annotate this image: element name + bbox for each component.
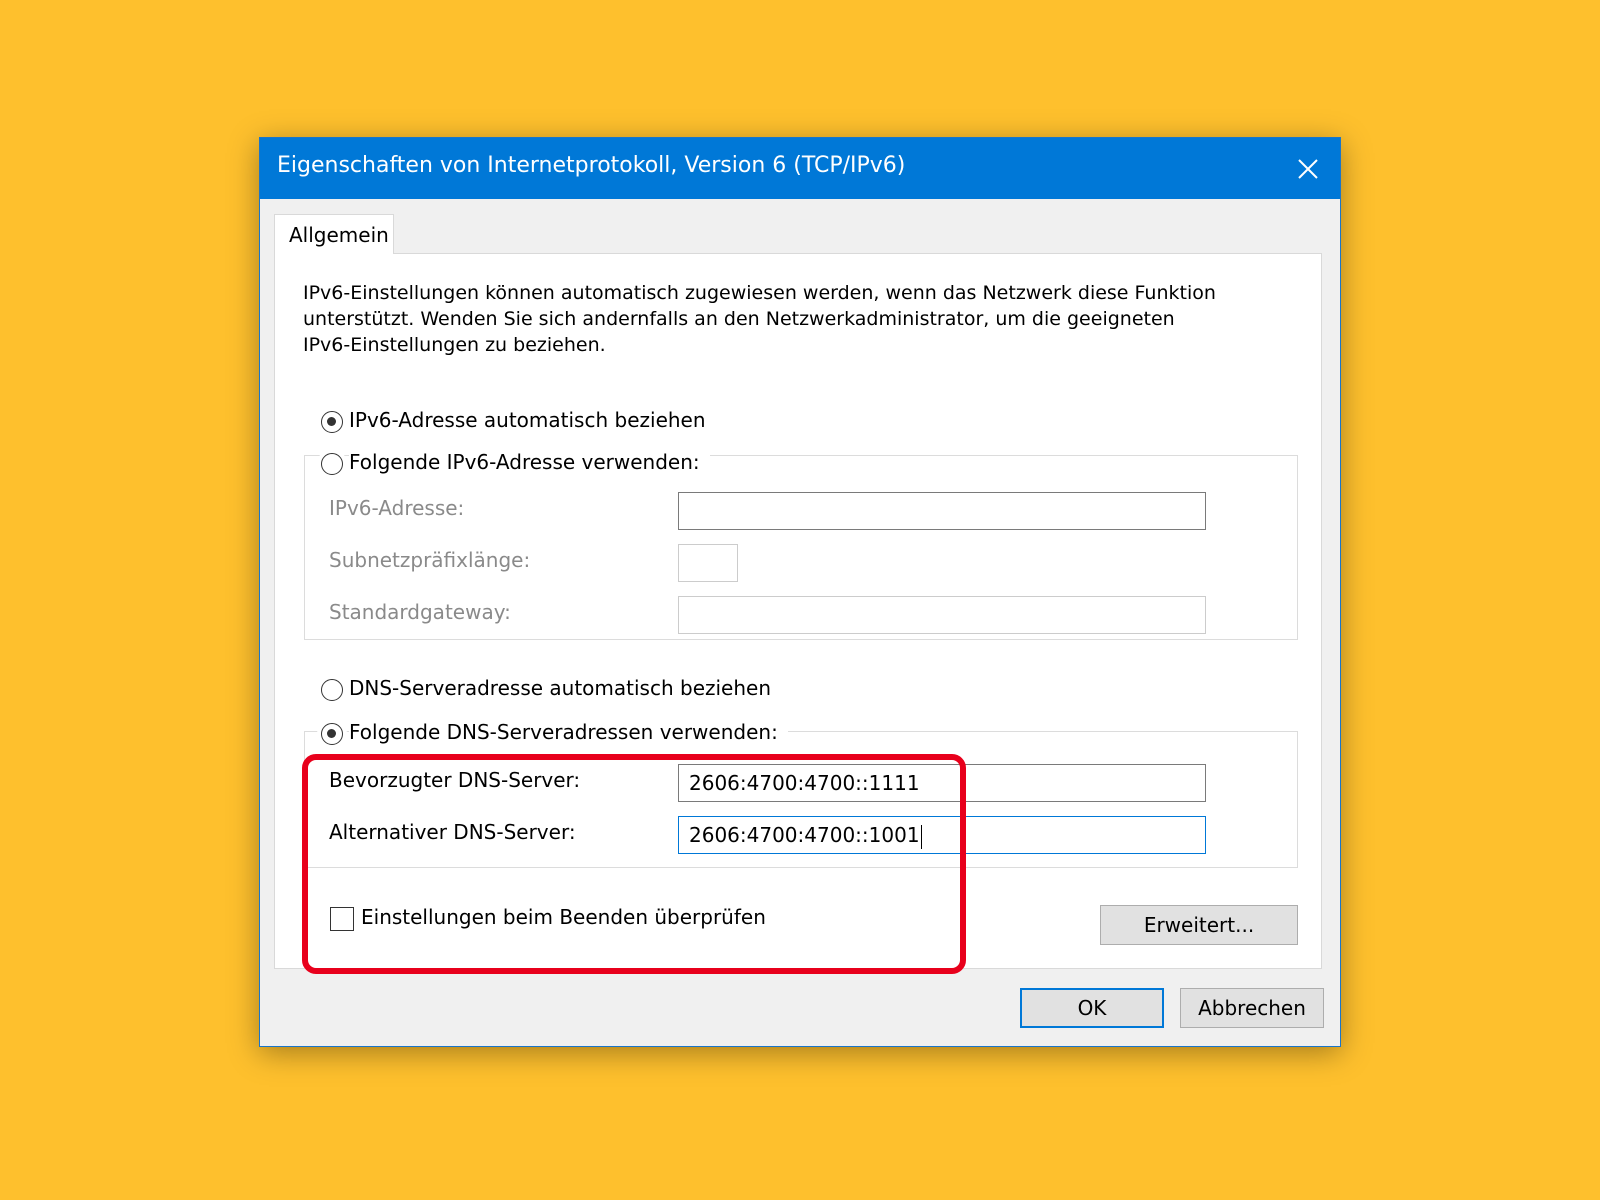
description-line: unterstützt. Wenden Sie sich andernfalls… (303, 308, 1175, 330)
tab-panel: IPv6-Einstellungen können automatisch zu… (274, 253, 1322, 974)
radio-ip-auto[interactable] (321, 411, 343, 433)
preferred-dns-label: Bevorzugter DNS-Server: (329, 768, 581, 792)
radio-ip-manual[interactable] (321, 453, 343, 475)
ipv6-address-label: IPv6-Adresse: (329, 496, 465, 520)
tab-label: Allgemein (289, 223, 389, 247)
radio-ip-auto-label[interactable]: IPv6-Adresse automatisch beziehen (349, 408, 706, 432)
cancel-button[interactable]: Abbrechen (1180, 988, 1324, 1028)
close-button[interactable] (1276, 138, 1340, 199)
default-gateway-input[interactable] (678, 596, 1206, 634)
validate-checkbox-label[interactable]: Einstellungen beim Beenden überprüfen (361, 905, 766, 929)
radio-dns-auto-label[interactable]: DNS-Serveradresse automatisch beziehen (349, 676, 771, 700)
description-line: IPv6-Einstellungen zu beziehen. (303, 334, 606, 356)
alternate-dns-label: Alternativer DNS-Server: (329, 820, 576, 844)
ipv6-address-input[interactable] (678, 492, 1206, 530)
default-gateway-label: Standardgateway: (329, 600, 511, 624)
radio-dns-manual[interactable] (321, 723, 343, 745)
radio-ip-manual-label[interactable]: Folgende IPv6-Adresse verwenden: (349, 450, 710, 474)
radio-dns-auto[interactable] (321, 679, 343, 701)
alternate-dns-value: 2606:4700:4700::1001 (689, 823, 920, 847)
alternate-dns-input[interactable]: 2606:4700:4700::1001 (678, 816, 1206, 854)
text-caret (920, 824, 923, 849)
validate-checkbox[interactable] (330, 907, 354, 931)
subnet-prefix-input[interactable] (678, 544, 738, 582)
dialog-title: Eigenschaften von Internetprotokoll, Ver… (277, 153, 906, 178)
radio-dns-manual-label[interactable]: Folgende DNS-Serveradressen verwenden: (349, 720, 788, 744)
dialog-window: Eigenschaften von Internetprotokoll, Ver… (259, 137, 1341, 1047)
subnet-prefix-label: Subnetzpräfixlänge: (329, 548, 531, 572)
description-text: IPv6-Einstellungen können automatisch zu… (303, 280, 1283, 358)
close-icon (1298, 158, 1318, 179)
title-bar[interactable]: Eigenschaften von Internetprotokoll, Ver… (260, 138, 1340, 199)
description-line: IPv6-Einstellungen können automatisch zu… (303, 282, 1216, 304)
tab-allgemein[interactable]: Allgemein (274, 214, 394, 254)
preferred-dns-input[interactable]: 2606:4700:4700::1111 (678, 764, 1206, 802)
ok-button[interactable]: OK (1020, 988, 1164, 1028)
advanced-button[interactable]: Erweitert... (1100, 905, 1298, 945)
